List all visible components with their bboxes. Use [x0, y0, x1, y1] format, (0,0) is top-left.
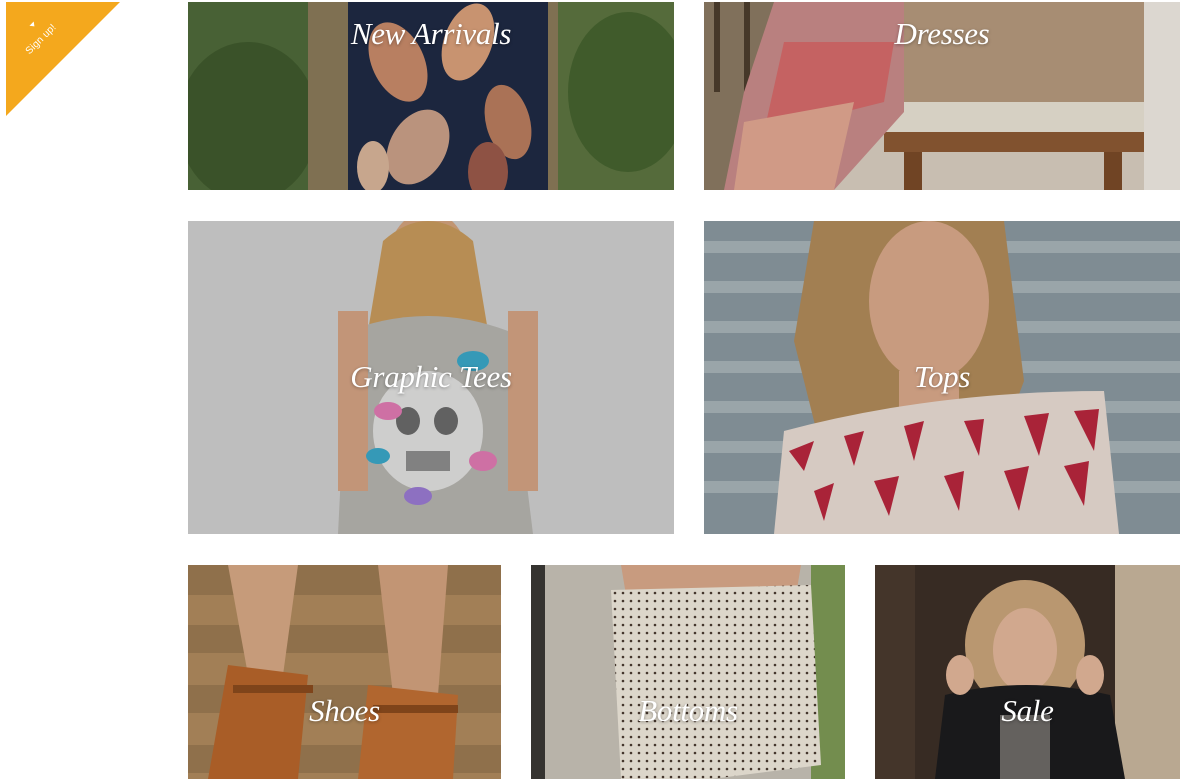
signup-ribbon[interactable]: Sign up!: [0, 0, 130, 130]
tile-overlay: [875, 565, 1180, 779]
category-tile-dresses[interactable]: Dresses: [704, 2, 1180, 190]
category-label: Shoes: [309, 693, 380, 728]
tile-overlay: [188, 565, 501, 779]
category-label: Bottoms: [638, 693, 738, 728]
signup-ribbon-shape: [6, 2, 120, 116]
category-label: New Arrivals: [350, 16, 512, 51]
category-tile-graphic-tees[interactable]: Graphic Tees: [188, 221, 674, 534]
category-tile-bottoms[interactable]: Bottoms: [531, 565, 845, 779]
category-label: Graphic Tees: [350, 359, 512, 394]
category-page: Sign up! New Arrivals Dresses Graphic Te…: [0, 0, 1180, 779]
category-tile-tops[interactable]: Tops: [704, 221, 1180, 534]
category-tile-shoes[interactable]: Shoes: [188, 565, 501, 779]
category-tile-new-arrivals[interactable]: New Arrivals: [188, 2, 674, 190]
category-tile-sale[interactable]: Sale: [875, 565, 1180, 779]
category-label: Sale: [1001, 693, 1054, 728]
tile-overlay: [531, 565, 845, 779]
category-label: Tops: [913, 359, 971, 394]
category-label: Dresses: [894, 16, 990, 51]
